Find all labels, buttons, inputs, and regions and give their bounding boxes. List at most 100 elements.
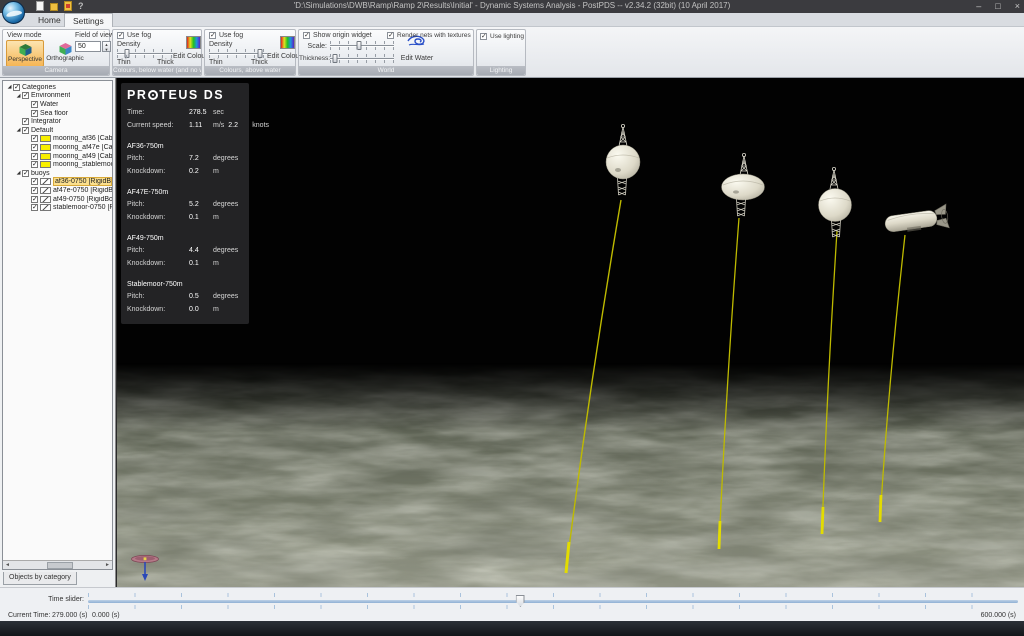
thickness-slider[interactable]: [330, 54, 394, 63]
tree-item-af36-0750-rigidbody[interactable]: af36-0750 [RigidBody]: [3, 177, 112, 187]
tree-item-mooring-af49-cable[interactable]: mooring_af49 [Cable]: [3, 152, 112, 161]
proteus-logo-o-icon: [148, 90, 159, 100]
scale-thumb[interactable]: [356, 41, 362, 50]
density-below-label: Density: [117, 41, 141, 48]
world-group-footer: World: [299, 66, 473, 75]
tab-home[interactable]: Home: [30, 13, 69, 27]
fov-spinner[interactable]: 50 ▲▼ °: [75, 41, 115, 52]
use-lighting-checkbox[interactable]: Use lighting: [480, 32, 524, 40]
visibility-checkbox[interactable]: [31, 186, 38, 194]
logo-text-post: TEUS: [159, 88, 199, 102]
visibility-checkbox[interactable]: [31, 195, 38, 203]
visibility-checkbox[interactable]: [22, 117, 29, 126]
visibility-checkbox[interactable]: [31, 203, 38, 212]
expander-icon[interactable]: ◢: [6, 83, 13, 91]
visibility-checkbox[interactable]: [31, 160, 38, 169]
density-below-slider[interactable]: [117, 49, 173, 58]
hud-row-label: Pitch:: [127, 201, 145, 208]
visibility-checkbox[interactable]: [31, 109, 38, 117]
visibility-checkbox[interactable]: [31, 177, 38, 186]
app-logo-icon[interactable]: [2, 1, 25, 24]
tree-item-categories[interactable]: ◢ Categories: [3, 83, 112, 92]
fov-spin-arrows[interactable]: ▲ ▼: [102, 41, 111, 52]
rigidbody-swatch-icon[interactable]: [40, 195, 51, 203]
scale-slider[interactable]: [330, 41, 394, 50]
tree-item-label: stablemoor-0750 [Rigid: [53, 204, 112, 212]
tab-settings[interactable]: Settings: [64, 13, 113, 27]
expander-icon[interactable]: ◢: [15, 92, 22, 100]
tree-item-stablemoor-0750-rigid[interactable]: stablemoor-0750 [Rigid: [3, 203, 112, 212]
visibility-checkbox[interactable]: [22, 91, 29, 100]
checkbox-icon[interactable]: [303, 31, 310, 39]
minimize-button[interactable]: –: [976, 0, 981, 13]
density-above-slider[interactable]: [209, 49, 267, 58]
visibility-checkbox[interactable]: [22, 126, 29, 134]
visibility-checkbox[interactable]: [13, 83, 20, 91]
checkbox-icon[interactable]: [387, 31, 394, 39]
tree-item-label: af36-0750 [RigidBody]: [53, 177, 112, 187]
checkbox-icon[interactable]: [480, 32, 487, 40]
tree-item-water[interactable]: Water: [3, 100, 112, 109]
use-fog-below-checkbox[interactable]: Use fog: [117, 31, 151, 39]
expander-icon[interactable]: ◢: [15, 169, 22, 177]
density-below-thumb[interactable]: [124, 49, 130, 58]
scrollbar-thumb[interactable]: [46, 561, 73, 569]
visibility-checkbox[interactable]: [31, 143, 38, 151]
hud-row: Knockdown: 0.1 m: [127, 258, 243, 271]
viewport-3d[interactable]: PR TEUS DS Time: 278.5 sec Current speed: 1.…: [117, 78, 1024, 587]
close-button[interactable]: ×: [1015, 0, 1020, 13]
tree-item-mooring-stablemoor-c[interactable]: mooring_stablemoor [C: [3, 160, 112, 169]
use-fog-above-checkbox[interactable]: Use fog: [209, 31, 243, 39]
rigidbody-swatch-icon[interactable]: [40, 204, 51, 212]
fov-value[interactable]: 50: [75, 41, 101, 52]
hud-row: Current speed: 1.11 m/s 2.2 knots: [127, 120, 269, 133]
cable-colour-swatch[interactable]: [40, 135, 51, 143]
current-time-label: Current Time:: [8, 612, 51, 619]
hud-row: Knockdown: 0.0 m: [127, 304, 243, 317]
show-origin-widget-checkbox[interactable]: Show origin widget: [303, 31, 372, 39]
visibility-checkbox[interactable]: [22, 169, 29, 177]
hud-row: Pitch: 5.2 degrees: [127, 199, 243, 212]
thickness-thumb[interactable]: [332, 54, 338, 63]
scroll-right-icon[interactable]: ►: [103, 561, 112, 570]
tree-item-buoys[interactable]: ◢ buoys: [3, 169, 112, 178]
checkbox-icon[interactable]: [117, 31, 124, 39]
fov-label: Field of view: [75, 32, 114, 39]
tree-horizontal-scrollbar[interactable]: ◄ ►: [3, 560, 112, 569]
tree-item-mooring-af47e-cable[interactable]: mooring_af47e [Cable]: [3, 143, 112, 152]
cable-colour-swatch[interactable]: [40, 152, 51, 160]
render-nets-checkbox[interactable]: Render nets with textures: [387, 31, 471, 39]
tree-item-environment[interactable]: ◢ Environment: [3, 91, 112, 101]
cable-colour-swatch[interactable]: [40, 143, 51, 151]
use-lighting-label: Use lighting: [490, 33, 524, 40]
current-time-value: 279.000 (s): [52, 612, 88, 619]
hud-row-value: 278.5: [189, 109, 207, 116]
rigidbody-swatch-icon[interactable]: [40, 186, 51, 194]
hud-row: Knockdown: 0.2 m: [127, 166, 243, 179]
ribbon-group-lighting: Use lighting Lighting: [476, 29, 526, 76]
checkbox-icon[interactable]: [209, 31, 216, 39]
tree-item-label: Water: [40, 100, 59, 108]
time-slider-track[interactable]: [88, 600, 1018, 603]
visibility-checkbox[interactable]: [31, 100, 38, 108]
hud-row-label: Current speed:: [127, 121, 174, 129]
perspective-button[interactable]: Perspective: [6, 40, 44, 67]
rigidbody-swatch-icon[interactable]: [40, 178, 51, 186]
cable-colour-swatch[interactable]: [40, 161, 51, 169]
tree-item-mooring-af36-cable[interactable]: mooring_af36 [Cable]: [3, 134, 112, 144]
maximize-button[interactable]: □: [995, 0, 1000, 13]
tree-item-af49-0750-rigidbody[interactable]: af49-0750 [RigidBody]: [3, 195, 112, 204]
objects-by-category-tab[interactable]: Objects by category: [3, 572, 77, 585]
scroll-left-icon[interactable]: ◄: [3, 561, 12, 570]
visibility-checkbox[interactable]: [31, 134, 38, 143]
scene-canvas[interactable]: [117, 78, 1024, 587]
hud-section-title: AF49-750m: [127, 235, 164, 242]
orthographic-cube-icon: [59, 43, 71, 55]
tree-item-integrator[interactable]: Integrator: [3, 117, 112, 126]
density-above-thumb[interactable]: [257, 49, 263, 58]
tree-item-sea-floor[interactable]: Sea floor: [3, 109, 112, 118]
tree-item-af47e-0750-rigidbody[interactable]: af47e-0750 [RigidBody]: [3, 186, 112, 195]
visibility-checkbox[interactable]: [31, 152, 38, 160]
expander-icon[interactable]: ◢: [15, 126, 22, 134]
tree-item-default[interactable]: ◢ Default: [3, 126, 112, 135]
